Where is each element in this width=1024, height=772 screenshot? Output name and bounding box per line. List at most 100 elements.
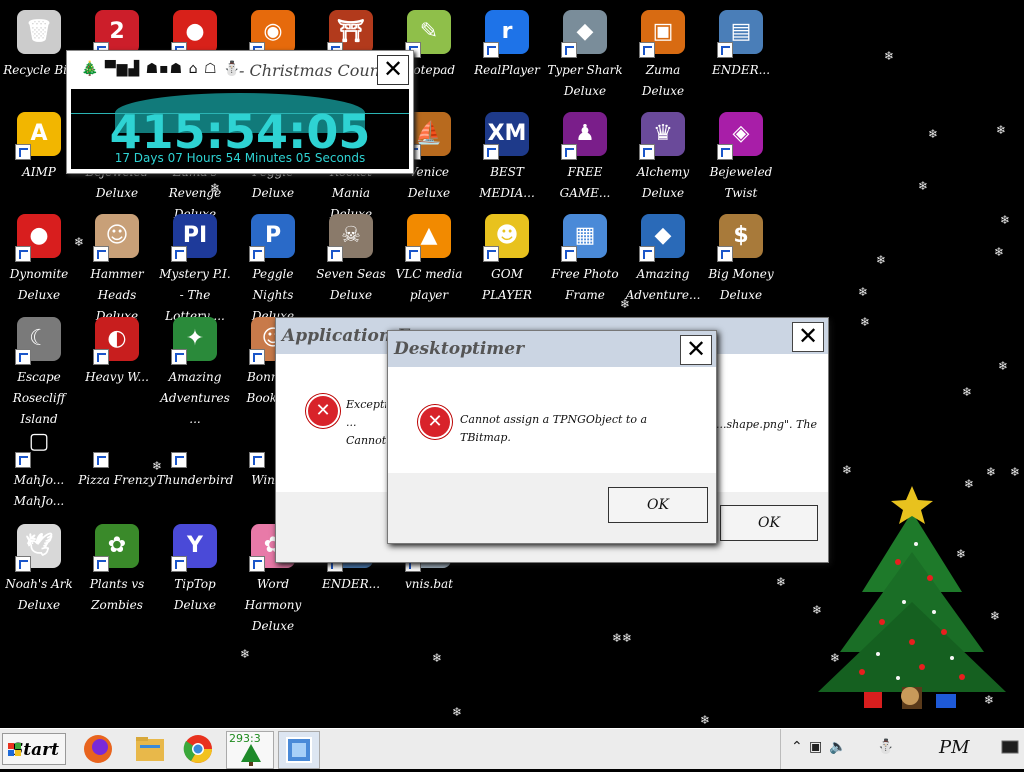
desktop-icon[interactable]: ▤ ENDER...: [702, 6, 780, 106]
application-error-close-button[interactable]: ✕: [792, 322, 824, 352]
desktop-icon[interactable]: ♛ Alchemy Deluxe: [624, 108, 702, 208]
desktop-icon[interactable]: ☺ Hammer Heads Deluxe: [78, 210, 156, 323]
christmas-tray-icon[interactable]: ⛄: [877, 739, 894, 755]
desktop-icon[interactable]: ▲ VLC media player: [390, 210, 468, 310]
shortcut-arrow-icon: [717, 144, 733, 160]
desktop-icon[interactable]: P Peggle Nights Deluxe: [234, 210, 312, 323]
show-desktop-icon[interactable]: [1001, 739, 1019, 757]
clock[interactable]: PM: [939, 737, 970, 758]
desktop-icon[interactable]: 🕊 Noah's Ark Deluxe: [0, 520, 78, 620]
shortcut-arrow-icon: [171, 246, 187, 262]
shortcut-arrow-icon: [639, 144, 655, 160]
desktoptimer-dialog[interactable]: Desktoptimer ✕ ✕ Cannot assign a TPNGObj…: [387, 330, 717, 544]
desktop-icon[interactable]: ◈ Bejeweled Twist: [702, 108, 780, 208]
desktop-icon-image: ☺: [93, 214, 139, 262]
christmas-countdown-widget[interactable]: 🎄 ▀▆▟ ☗▪☗ ⌂ ☖ ⛄ - Christmas Coun... ✕ 41…: [66, 50, 414, 174]
desktop-icon-image: Y: [171, 524, 217, 572]
countdown-time: 415:54:05: [109, 105, 371, 159]
countdown-titlebar[interactable]: 🎄 ▀▆▟ ☗▪☗ ⌂ ☖ ⛄ - Christmas Coun... ✕: [67, 51, 413, 87]
christmas-tree-image: [818, 486, 1006, 709]
snowflake-icon: ❄: [884, 49, 895, 63]
desktop-icon-image: ▲: [405, 214, 451, 262]
desktoptimer-close-button[interactable]: ✕: [680, 335, 712, 365]
desktop-icon[interactable]: ▢ MahJo... MahJo...: [0, 416, 78, 516]
photo-frame-icon: [286, 737, 312, 763]
desktop-icon-image: ◆: [639, 214, 685, 262]
desktop-icon[interactable]: XM BEST MEDIA...: [468, 108, 546, 208]
desktoptimer-ok-button[interactable]: OK: [608, 487, 708, 523]
shortcut-arrow-icon: [483, 144, 499, 160]
desktop-icon-image: ✿: [93, 524, 139, 572]
shortcut-arrow-icon: [15, 556, 31, 572]
start-button[interactable]: Start: [2, 733, 66, 765]
chrome-icon: [183, 735, 212, 763]
taskbar: Start 293:3 ⌃ ▣ 🔈 ⛄ PM: [0, 728, 1024, 769]
volume-icon[interactable]: 🔈: [829, 739, 846, 755]
network-icon[interactable]: ▣: [809, 739, 822, 755]
desktop-icon-label: VLC media player: [395, 267, 463, 302]
shortcut-arrow-icon: [171, 349, 187, 365]
desktop-icon[interactable]: ☻ GOM PLAYER: [468, 210, 546, 310]
taskbar-firefox-button[interactable]: [78, 731, 118, 767]
system-tray: ⌃ ▣ 🔈 ⛄ PM: [780, 729, 1024, 769]
desktop-icon-label: Word Harmony Deluxe: [244, 577, 302, 633]
shortcut-arrow-icon: [171, 556, 187, 572]
desktop-icon-image: ✎: [405, 10, 451, 58]
desktop-icon[interactable]: Pizza Frenzy: [78, 416, 156, 516]
desktop-icon[interactable]: ▦ Free Photo Frame: [546, 210, 624, 310]
desktop-icon-image: PI: [171, 214, 217, 262]
application-error-ok-button[interactable]: OK: [720, 505, 818, 541]
desktop-icon-image: ▢: [15, 420, 61, 468]
desktop-icon-label: Bejeweled Twist: [709, 165, 773, 200]
desktop-icon-label: Heavy W...: [85, 370, 149, 384]
desktop-icon[interactable]: ◆ Amazing Adventure...: [624, 210, 702, 310]
show-hidden-icons-chevron-icon[interactable]: ⌃: [791, 739, 803, 755]
desktop-icon[interactable]: ◐ Heavy W...: [78, 313, 156, 413]
shortcut-arrow-icon: [93, 452, 109, 468]
taskbar-chrome-button[interactable]: [178, 731, 218, 767]
desktop-icon-image: ♛: [639, 112, 685, 160]
desktop-icon[interactable]: Thunderbird: [156, 416, 234, 516]
snowflake-icon: ❄: [622, 631, 633, 645]
taskbar-photo-frame-button[interactable]: [278, 731, 320, 769]
desktop-icon[interactable]: ▣ Zuma Deluxe: [624, 6, 702, 106]
snowflake-icon: ❄: [918, 179, 929, 193]
desktop-icon-image: ♟: [561, 112, 607, 160]
countdown-decoration-icons: 🎄 ▀▆▟ ☗▪☗ ⌂ ☖ ⛄: [81, 61, 242, 77]
desktop-icon[interactable]: ♟ FREE GAME...: [546, 108, 624, 208]
shortcut-arrow-icon: [639, 42, 655, 58]
desktop-icon-label: Thunderbird: [156, 473, 234, 487]
shortcut-arrow-icon: [483, 246, 499, 262]
shortcut-arrow-icon: [405, 246, 421, 262]
desktop-icon-label: Zuma Deluxe: [641, 63, 685, 98]
desktop-icon[interactable]: $ Big Money Deluxe: [702, 210, 780, 310]
taskbar-file-explorer-button[interactable]: [130, 731, 170, 767]
windows-flag-icon: [8, 743, 21, 756]
desktop-icon[interactable]: r RealPlayer: [468, 6, 546, 106]
desktop-icon-image: ☠: [327, 214, 373, 262]
error-icon: ✕: [306, 394, 340, 428]
taskbar-desktoptimer-button[interactable]: 293:3: [226, 731, 274, 769]
countdown-close-button[interactable]: ✕: [377, 55, 409, 85]
desktop-icon[interactable]: ☾ Escape Rosecliff Island: [0, 313, 78, 426]
desktop-icon[interactable]: PI Mystery P.I. - The Lottery ...: [156, 210, 234, 323]
desktop-icon[interactable]: ☠ Seven Seas Deluxe: [312, 210, 390, 310]
shortcut-arrow-icon: [15, 144, 31, 160]
desktop-icon-image: [93, 420, 139, 468]
desktoptimer-title: Desktoptimer: [394, 339, 525, 359]
desktop-icon[interactable]: ✿ Plants vs Zombies: [78, 520, 156, 620]
desktoptimer-titlebar[interactable]: Desktoptimer ✕: [388, 331, 716, 367]
desktop-icon-image: ◐: [93, 317, 139, 365]
desktop-icon[interactable]: ● Dynomite Deluxe: [0, 210, 78, 310]
desktop-icon[interactable]: ✦ Amazing Adventures ...: [156, 313, 234, 426]
desktop-icon-image: 🕊: [15, 524, 61, 572]
snowflake-icon: ❄: [452, 705, 463, 719]
snowflake-icon: ❄: [858, 285, 869, 299]
shortcut-arrow-icon: [561, 144, 577, 160]
desktop-icon-label: Noah's Ark Deluxe: [5, 577, 73, 612]
desktop-icon[interactable]: Y TipTop Deluxe: [156, 520, 234, 620]
desktop-icon-label: Seven Seas Deluxe: [316, 267, 386, 302]
desktop-icon[interactable]: ◆ Typer Shark Deluxe: [546, 6, 624, 106]
desktop-icon-label: FREE GAME...: [559, 165, 611, 200]
firefox-icon: [84, 735, 112, 763]
